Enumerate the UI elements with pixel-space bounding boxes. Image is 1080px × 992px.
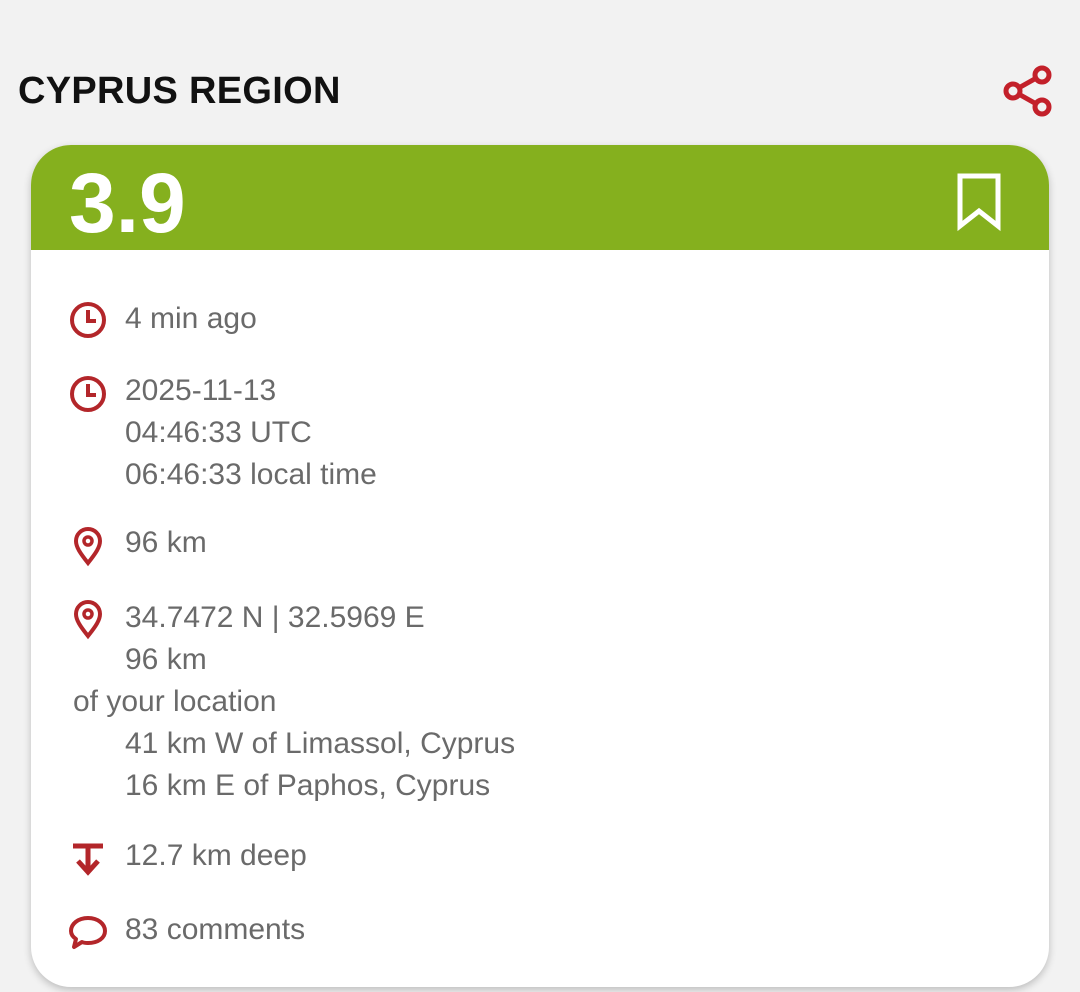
distance-suffix: of your location: [73, 685, 277, 718]
nearby-place-2: 16 km E of Paphos, Cyprus: [125, 769, 491, 802]
coordinates: 34.7472 N | 32.5969 E: [125, 601, 425, 634]
bookmark-icon: [957, 173, 1001, 232]
comment-bubble-icon: [69, 916, 107, 949]
datetime-text: 2025-11-13 04:46:33 UTC 06:46:33 local t…: [125, 370, 1019, 496]
share-button[interactable]: [1000, 64, 1056, 120]
bookmark-button[interactable]: [953, 171, 1005, 233]
comments-row[interactable]: 83 comments: [67, 909, 1019, 951]
event-date: 2025-11-13: [125, 374, 277, 407]
clock-icon: [70, 376, 106, 412]
datetime-row: 2025-11-13 04:46:33 UTC 06:46:33 local t…: [67, 370, 1019, 496]
distance-row: 96 km: [67, 522, 1019, 567]
magnitude-band: 3.9: [31, 145, 1049, 250]
earthquake-card[interactable]: 3.9 4 min ago 2025-11-13 04:46:33 UTC 06…: [31, 145, 1049, 987]
depth-row: 12.7 km deep: [67, 835, 1019, 877]
distance-from-user: 96 km: [125, 643, 207, 676]
comments-count[interactable]: 83 comments: [125, 909, 1019, 951]
event-utc-time: 04:46:33 UTC: [125, 416, 312, 449]
location-pin-icon: [73, 600, 103, 640]
location-row: 34.7472 N | 32.5969 E 96 km of your loca…: [67, 597, 1019, 807]
location-pin-icon: [73, 527, 103, 567]
distance-value: 96 km: [125, 526, 207, 559]
share-icon: [1003, 65, 1052, 117]
time-ago-row: 4 min ago: [67, 298, 1019, 340]
event-local-time: 06:46:33 local time: [125, 458, 377, 491]
depth-arrow-icon: [73, 843, 103, 876]
depth-value: 12.7 km deep: [125, 839, 307, 872]
region-header: CYPRUS REGION: [18, 64, 1062, 120]
magnitude-value: 3.9: [69, 156, 186, 250]
location-text: 34.7472 N | 32.5969 E 96 km of your loca…: [73, 597, 1019, 807]
region-title: CYPRUS REGION: [18, 70, 341, 112]
nearby-place-1: 41 km W of Limassol, Cyprus: [125, 727, 516, 760]
time-ago: 4 min ago: [125, 302, 257, 335]
clock-icon: [70, 302, 106, 338]
